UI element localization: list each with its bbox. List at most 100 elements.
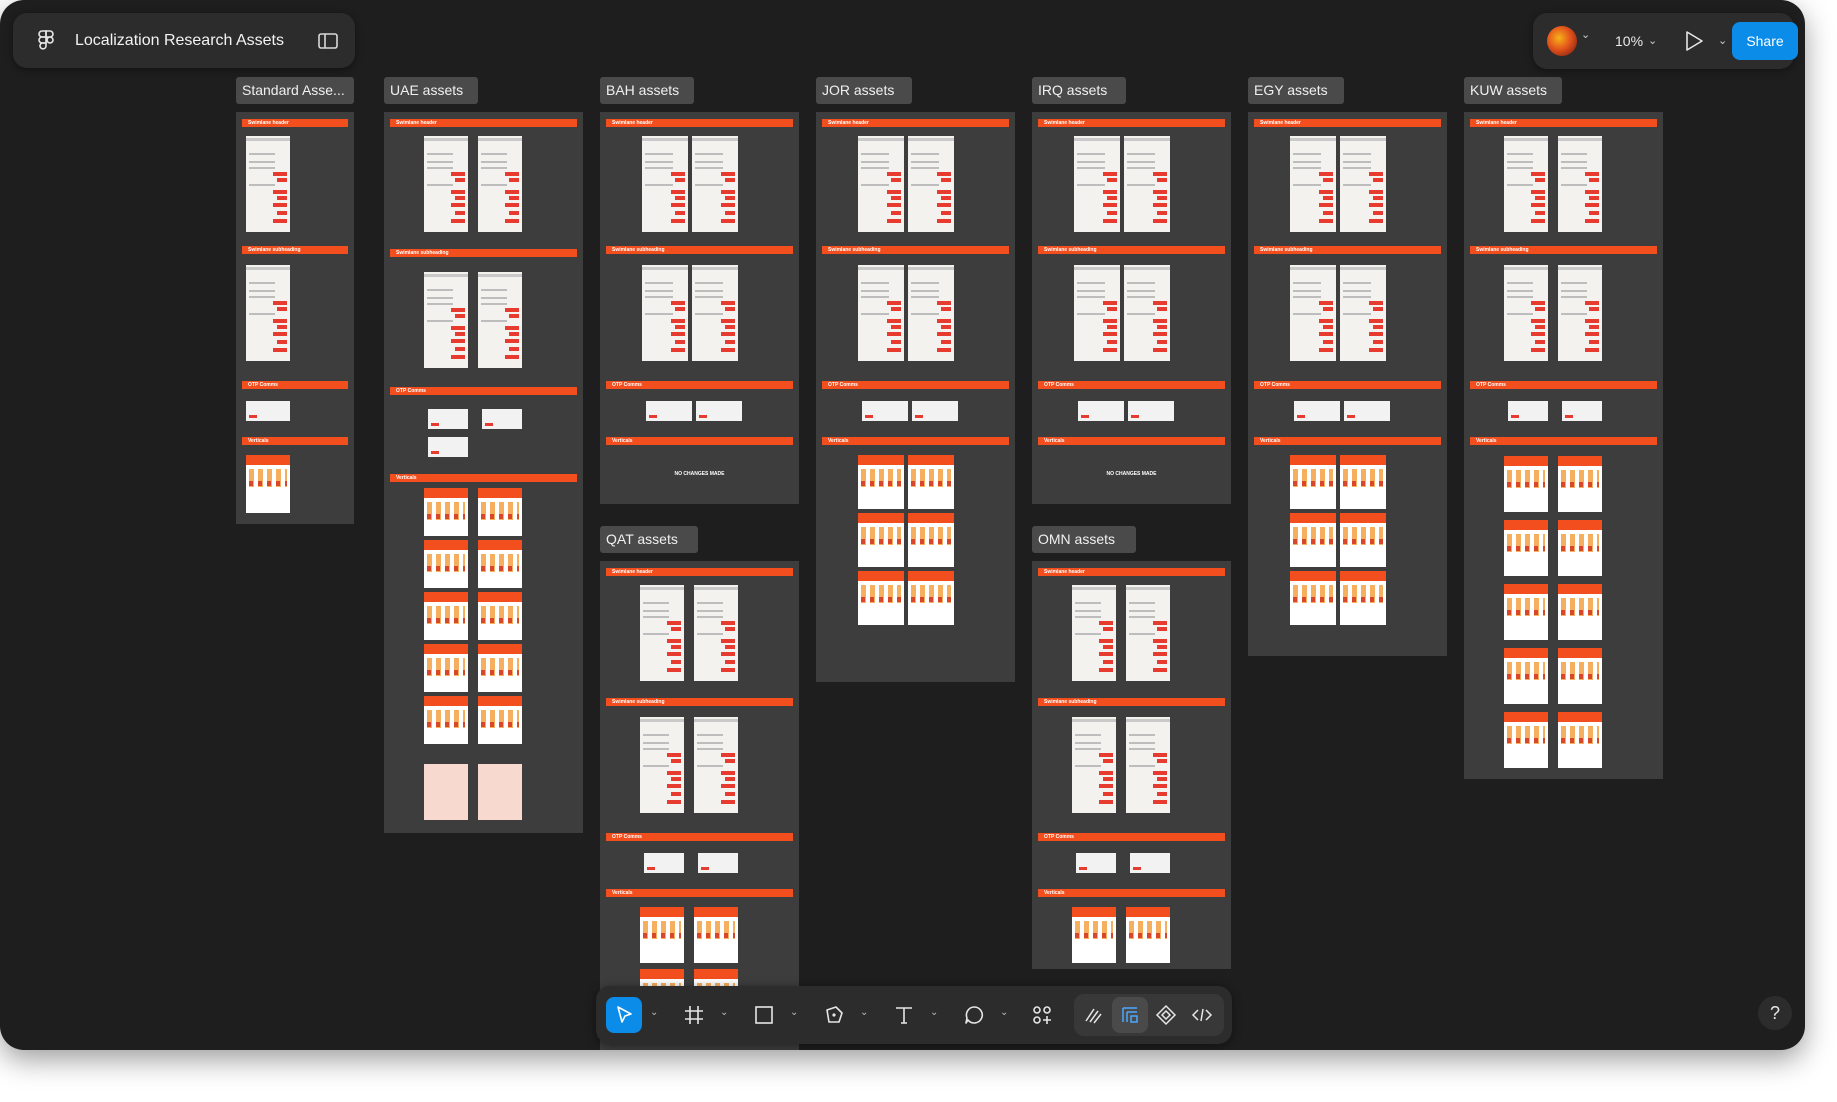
verticals-thumbnail[interactable] [424,764,468,820]
frame-title[interactable]: UAE assets [384,77,478,104]
component-mode-button[interactable] [1148,997,1184,1033]
verticals-thumbnail[interactable] [694,907,738,963]
asset-frame[interactable]: Swimlane header Swimlane subheading OTP Co… [236,112,354,524]
figma-logo-icon[interactable] [31,26,61,56]
chevron-down-icon[interactable]: ⌄ [650,1007,658,1018]
verticals-thumbnail[interactable] [424,488,468,536]
move-tool-button[interactable] [606,997,642,1033]
screen-thumbnail[interactable] [246,136,290,232]
frame-title[interactable]: BAH assets [600,77,694,104]
screen-thumbnail[interactable] [1290,265,1336,361]
verticals-thumbnail[interactable] [858,455,904,509]
screen-thumbnail[interactable] [1074,136,1120,232]
verticals-thumbnail[interactable] [1340,513,1386,567]
frame-title[interactable]: Standard Asse... [236,77,354,104]
verticals-thumbnail[interactable] [1558,648,1602,704]
screen-thumbnail[interactable] [640,717,684,813]
otp-thumbnail[interactable] [1344,401,1390,421]
sidebar-toggle-icon[interactable] [315,28,341,54]
file-name[interactable]: Localization Research Assets [75,13,284,68]
screen-thumbnail[interactable] [642,136,688,232]
otp-thumbnail[interactable] [482,409,522,429]
pen-tool-button[interactable] [816,997,852,1033]
verticals-thumbnail[interactable] [1558,712,1602,768]
screen-thumbnail[interactable] [1074,265,1120,361]
otp-thumbnail[interactable] [862,401,908,421]
verticals-thumbnail[interactable] [1504,520,1548,576]
otp-thumbnail[interactable] [644,853,684,873]
chevron-down-icon[interactable]: ⌄ [790,1007,798,1018]
chevron-down-icon[interactable]: ⌄ [1648,34,1657,47]
screen-thumbnail[interactable] [694,585,738,681]
verticals-thumbnail[interactable] [640,907,684,963]
asset-frame[interactable]: Swimlane header Swimlane subheading OTP Co… [384,112,583,833]
screen-thumbnail[interactable] [642,265,688,361]
screen-thumbnail[interactable] [1124,265,1170,361]
shape-tool-button[interactable] [746,997,782,1033]
frame-tool-button[interactable] [676,997,712,1033]
asset-frame[interactable]: Swimlane header Swimlane subheading OTP Co… [1464,112,1663,779]
verticals-thumbnail[interactable] [424,592,468,640]
verticals-thumbnail[interactable] [1340,571,1386,625]
otp-thumbnail[interactable] [1130,853,1170,873]
screen-thumbnail[interactable] [1072,585,1116,681]
verticals-thumbnail[interactable] [478,696,522,744]
verticals-thumbnail[interactable] [478,764,522,820]
verticals-thumbnail[interactable] [424,644,468,692]
verticals-thumbnail[interactable] [1290,455,1336,509]
screen-thumbnail[interactable] [858,136,904,232]
verticals-thumbnail[interactable] [1504,456,1548,512]
frame-title[interactable]: QAT assets [600,526,698,553]
screen-thumbnail[interactable] [1124,136,1170,232]
chevron-down-icon[interactable]: ⌄ [1000,1007,1008,1018]
otp-thumbnail[interactable] [696,401,742,421]
verticals-thumbnail[interactable] [1126,907,1170,963]
otp-thumbnail[interactable] [246,401,290,421]
avatar[interactable] [1547,26,1577,56]
screen-thumbnail[interactable] [478,272,522,368]
actions-button[interactable] [1024,997,1060,1033]
screen-thumbnail[interactable] [1290,136,1336,232]
frame-title[interactable]: EGY assets [1248,77,1344,104]
verticals-thumbnail[interactable] [908,513,954,567]
verticals-thumbnail[interactable] [478,540,522,588]
verticals-thumbnail[interactable] [1340,455,1386,509]
asset-frame[interactable]: Swimlane header Swimlane subheading OTP Co… [600,112,799,504]
screen-thumbnail[interactable] [1504,265,1548,361]
screen-thumbnail[interactable] [858,265,904,361]
screen-thumbnail[interactable] [694,717,738,813]
chevron-down-icon[interactable]: ⌄ [720,1007,728,1018]
screen-thumbnail[interactable] [1072,717,1116,813]
otp-thumbnail[interactable] [1128,401,1174,421]
otp-thumbnail[interactable] [1294,401,1340,421]
verticals-thumbnail[interactable] [478,644,522,692]
dev-mode-button[interactable] [1184,997,1220,1033]
asset-frame[interactable]: Swimlane header Swimlane subheading OTP Co… [600,561,799,1050]
otp-thumbnail[interactable] [1562,401,1602,421]
present-icon[interactable] [1683,29,1705,53]
screen-thumbnail[interactable] [1340,265,1386,361]
verticals-thumbnail[interactable] [1558,456,1602,512]
otp-thumbnail[interactable] [1078,401,1124,421]
verticals-thumbnail[interactable] [1558,520,1602,576]
chevron-down-icon[interactable]: ⌄ [930,1007,938,1018]
frame-title[interactable]: JOR assets [816,77,912,104]
screen-thumbnail[interactable] [424,136,468,232]
screen-thumbnail[interactable] [1126,717,1170,813]
zoom-level[interactable]: 10% [1615,13,1643,69]
verticals-thumbnail[interactable] [1504,712,1548,768]
verticals-thumbnail[interactable] [424,696,468,744]
verticals-thumbnail[interactable] [1290,571,1336,625]
verticals-thumbnail[interactable] [424,540,468,588]
otp-thumbnail[interactable] [428,409,468,429]
screen-thumbnail[interactable] [640,585,684,681]
otp-thumbnail[interactable] [646,401,692,421]
verticals-thumbnail[interactable] [1558,584,1602,640]
share-button[interactable]: Share [1732,22,1798,60]
otp-thumbnail[interactable] [698,853,738,873]
verticals-thumbnail[interactable] [1504,648,1548,704]
screen-thumbnail[interactable] [692,136,738,232]
frame-title[interactable]: IRQ assets [1032,77,1126,104]
screen-thumbnail[interactable] [1558,136,1602,232]
screen-thumbnail[interactable] [424,272,468,368]
